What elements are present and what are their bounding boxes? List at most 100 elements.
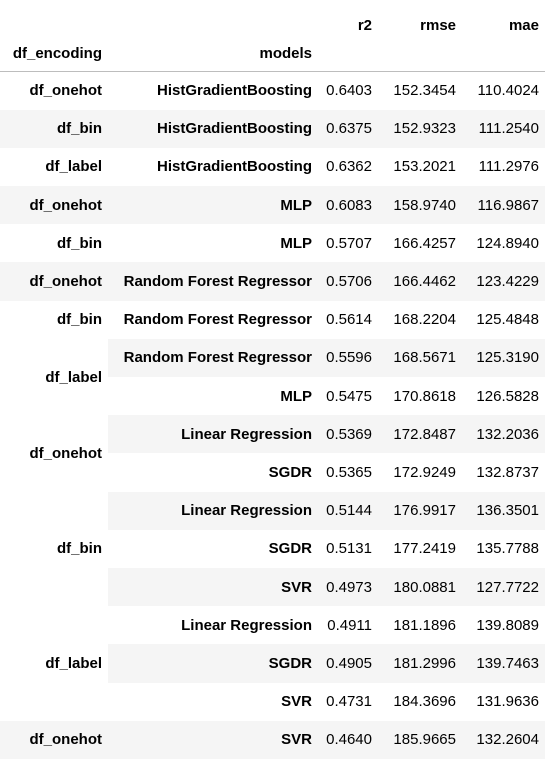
encoding-cell: df_label — [0, 338, 108, 416]
model-cell: HistGradientBoosting — [156, 82, 312, 100]
r2-cell: 0.4911 — [327, 616, 372, 634]
model-cell: Random Forest Regressor — [108, 338, 322, 377]
rmse-cell: 172.8487 — [377, 415, 461, 454]
model-cell: SGDR — [268, 463, 312, 481]
table-row: df_bin Random Forest Regressor 0.5614 168.2… — [0, 300, 545, 339]
rmse-cell: 153.2021 — [393, 158, 456, 176]
table-row: df_label Linear Regression 0.4911 181.1896 1… — [0, 606, 545, 721]
model-cell: Random Forest Regressor — [123, 311, 312, 329]
model-cell: SGDR — [268, 540, 312, 558]
column-header-r2: r2 — [357, 17, 372, 34]
mae-cell: 111.2976 — [478, 158, 539, 176]
rmse-cell: 152.9323 — [377, 109, 461, 148]
table-row: df_bin MLP 0.5707 166.4257 124.8940 — [0, 224, 545, 263]
table-body: df_onehot HistGradientBoosting 0.6403 152.3… — [0, 71, 545, 759]
model-cell: MLP — [280, 387, 312, 405]
table-row: df_onehot Linear Regression 0.5369 172.8487… — [0, 415, 545, 492]
r2-cell: 0.4640 — [322, 720, 377, 759]
column-header-row: r2 rmse mae — [0, 0, 545, 36]
r2-cell: 0.6375 — [322, 109, 377, 148]
mae-cell: 127.7722 — [461, 567, 545, 607]
mae-cell: 132.2036 — [461, 415, 545, 454]
blank-header-cell — [322, 36, 377, 72]
encoding-cell: df_onehot — [0, 720, 108, 759]
model-cell: HistGradientBoosting — [156, 158, 312, 176]
mae-cell: 139.8089 — [476, 616, 539, 634]
encoding-cell: df_onehot — [0, 262, 108, 301]
model-cell: MLP — [280, 234, 312, 252]
r2-cell: 0.6403 — [326, 82, 372, 100]
encoding-cell: df_onehot — [0, 415, 108, 492]
blank-header-cell — [0, 0, 108, 36]
rmse-cell: 166.4257 — [393, 234, 456, 252]
index-name-models: models — [108, 36, 322, 72]
index-name-encoding: df_encoding — [0, 36, 108, 72]
rmse-cell: 152.3454 — [393, 82, 456, 100]
mae-cell: 132.2604 — [461, 720, 545, 759]
encoding-cell: df_onehot — [0, 71, 108, 110]
model-cell: SVR — [108, 567, 322, 607]
r2-cell: 0.4973 — [322, 567, 377, 607]
encoding-cell: df_label — [0, 147, 108, 187]
mae-cell: 125.4848 — [476, 311, 539, 329]
r2-cell: 0.5706 — [322, 262, 377, 301]
table-row: df_label HistGradientBoosting 0.6362 153.20… — [0, 147, 545, 187]
r2-cell: 0.4731 — [326, 693, 372, 711]
r2-cell: 0.5144 — [322, 491, 377, 530]
mae-cell: 111.2540 — [461, 109, 545, 148]
rmse-cell: 185.9665 — [377, 720, 461, 759]
r2-cell: 0.4905 — [322, 644, 377, 683]
table-row: df_onehot HistGradientBoosting 0.6403 152.3… — [0, 71, 545, 110]
rmse-cell: 177.2419 — [393, 540, 456, 558]
r2-cell: 0.5365 — [326, 463, 372, 481]
rmse-cell: 181.2996 — [377, 644, 461, 683]
column-header-mae: mae — [508, 17, 539, 34]
rmse-cell: 166.4462 — [377, 262, 461, 301]
rmse-cell: 172.9249 — [393, 463, 456, 481]
encoding-cell: df_bin — [0, 224, 108, 263]
results-table: r2 rmse mae df_encoding models df_onehot… — [0, 0, 545, 759]
mae-cell: 131.9636 — [476, 693, 539, 711]
mae-cell: 123.4229 — [461, 262, 545, 301]
r2-cell: 0.6362 — [326, 158, 372, 176]
table-row: df_onehot Random Forest Regressor 0.5706 16… — [0, 262, 545, 301]
model-cell: SVR — [281, 693, 312, 711]
model-cell: SVR — [108, 720, 322, 759]
rmse-cell: 170.8618 — [393, 387, 456, 405]
r2-cell: 0.5475 — [326, 387, 372, 405]
mae-cell: 124.8940 — [476, 234, 539, 252]
blank-header-cell — [377, 36, 461, 72]
mae-cell: 116.9867 — [461, 186, 545, 225]
rmse-cell: 158.9740 — [377, 186, 461, 225]
rmse-cell: 168.2204 — [393, 311, 456, 329]
index-name-row: df_encoding models — [0, 36, 545, 72]
rmse-cell: 176.9917 — [377, 491, 461, 530]
model-cell: Random Forest Regressor — [108, 262, 322, 301]
model-cell: Linear Regression — [108, 491, 322, 530]
r2-cell: 0.5369 — [322, 415, 377, 454]
r2-cell: 0.5707 — [326, 234, 372, 252]
model-cell: MLP — [108, 186, 322, 225]
mae-cell: 126.5828 — [476, 387, 539, 405]
mae-cell: 139.7463 — [461, 644, 545, 683]
encoding-cell: df_label — [0, 606, 108, 721]
encoding-cell: df_bin — [0, 300, 108, 339]
encoding-cell: df_bin — [0, 109, 108, 148]
model-cell: Linear Regression — [181, 616, 312, 634]
mae-cell: 132.8737 — [476, 463, 539, 481]
table-row: df_bin HistGradientBoosting 0.6375 152.9323… — [0, 109, 545, 148]
mae-cell: 125.3190 — [461, 338, 545, 377]
r2-cell: 0.5614 — [326, 311, 372, 329]
r2-cell: 0.6083 — [322, 186, 377, 225]
encoding-cell: df_onehot — [0, 186, 108, 225]
mae-cell: 110.4024 — [477, 82, 539, 100]
blank-header-cell — [461, 36, 545, 72]
rmse-cell: 184.3696 — [393, 693, 456, 711]
r2-cell: 0.5596 — [322, 338, 377, 377]
rmse-cell: 181.1896 — [393, 616, 456, 634]
mae-cell: 136.3501 — [461, 491, 545, 530]
column-header-rmse: rmse — [420, 17, 456, 34]
table-row: df_label Random Forest Regressor 0.5596 168… — [0, 338, 545, 416]
mae-cell: 135.7788 — [476, 540, 539, 558]
table-row: df_bin Linear Regression 0.5144 176.9917 136… — [0, 491, 545, 607]
